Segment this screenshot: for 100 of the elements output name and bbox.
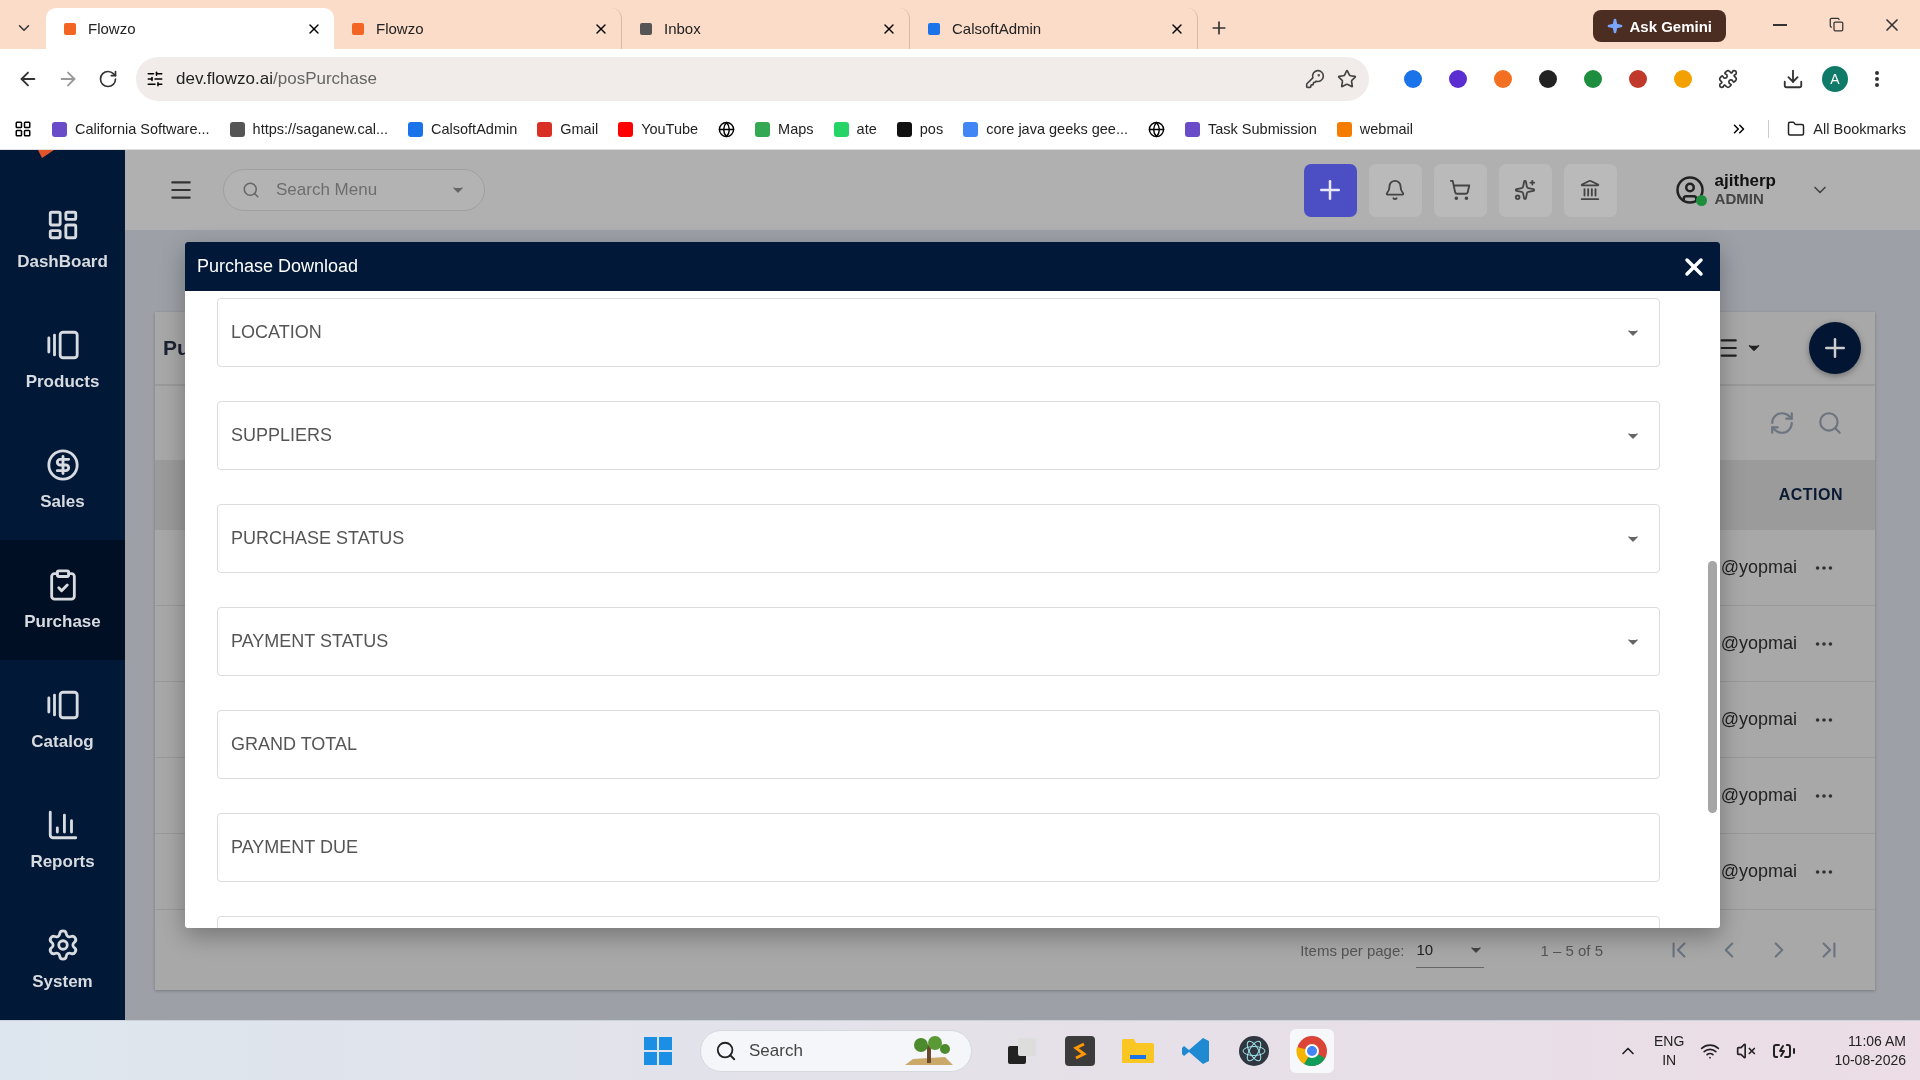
mute-icon[interactable] xyxy=(1736,1040,1757,1061)
tab-title: Flowzo xyxy=(88,20,137,37)
bookmark-link[interactable]: core java geeks gee... xyxy=(963,121,1128,137)
stacked-cards-icon xyxy=(45,328,80,362)
site-icon xyxy=(926,20,942,37)
table-cell: @yopmai xyxy=(1720,785,1797,806)
bookmark-link[interactable]: YouTube xyxy=(618,121,699,137)
tab-title: CalsoftAdmin xyxy=(952,20,1043,37)
browser-button[interactable] xyxy=(1290,1028,1334,1073)
sidebar-item[interactable]: Products xyxy=(0,300,125,420)
globe-icon[interactable] xyxy=(1148,120,1165,138)
bookmark-link[interactable]: Maps xyxy=(755,121,814,137)
bank-icon xyxy=(1579,179,1602,201)
extension-icon xyxy=(1447,68,1469,90)
user-name: ajitherp xyxy=(1714,172,1776,192)
site-icon xyxy=(537,121,553,137)
search-icon xyxy=(715,1039,737,1062)
key-icon[interactable] xyxy=(1305,69,1325,89)
bookmark-link[interactable]: webmail xyxy=(1336,121,1413,137)
site-icon xyxy=(833,121,849,137)
language-indicator[interactable]: ENG IN xyxy=(1654,1032,1685,1069)
site-icon xyxy=(896,121,912,137)
sidebar-item[interactable]: Purchase xyxy=(0,540,125,660)
site-icon xyxy=(618,121,634,137)
site-icon xyxy=(963,121,979,137)
site-icon xyxy=(62,20,78,37)
site-icon xyxy=(52,121,67,137)
select-field[interactable]: PAYMENT STATUS xyxy=(217,607,1660,676)
select-field[interactable]: PURCHASE STATUS xyxy=(217,504,1660,573)
extension-icon xyxy=(1537,68,1559,90)
windows-stack-icon xyxy=(1008,1037,1036,1064)
column-header: ACTION xyxy=(1778,486,1843,504)
bell-icon xyxy=(1384,179,1407,201)
notifications-button[interactable] xyxy=(1368,163,1422,217)
page-size-select[interactable]: 10 xyxy=(1416,932,1485,968)
ask-gemini-button[interactable]: Ask Gemini xyxy=(1593,10,1726,42)
page-range: 1 – 5 of 5 xyxy=(1540,941,1603,959)
scrollbar-thumb[interactable] xyxy=(1708,561,1717,813)
sparkles-icon xyxy=(1514,179,1537,201)
dialog-title: Purchase Download xyxy=(197,256,359,277)
all-bookmarks-link[interactable]: All Bookmarks xyxy=(1768,120,1906,138)
clock[interactable]: 11:06 AM 10-08-2026 xyxy=(1834,1031,1906,1070)
profile-avatar[interactable]: A xyxy=(1822,66,1848,92)
user-role: ADMIN xyxy=(1714,191,1765,208)
stacked-cards-icon xyxy=(45,688,80,722)
bookmark-link[interactable]: ate xyxy=(833,121,877,137)
bookmark-link[interactable]: Gmail xyxy=(537,121,599,137)
sidebar-item[interactable]: DashBoard xyxy=(0,180,125,300)
code-editor-icon xyxy=(1181,1035,1211,1066)
sidebar-item[interactable]: System xyxy=(0,900,125,1020)
app-icon xyxy=(1065,1035,1095,1066)
input-field[interactable]: GRAND TOTAL xyxy=(217,710,1660,779)
extension-icon xyxy=(1627,68,1649,90)
site-icon xyxy=(408,121,423,137)
pager-label: Items per page: xyxy=(1300,941,1405,959)
table-cell: @yopmai xyxy=(1720,861,1797,882)
select-field[interactable]: LOCATION xyxy=(217,298,1660,367)
extension-icon xyxy=(1492,68,1514,90)
site-icon xyxy=(755,121,771,137)
download-icon xyxy=(1782,68,1804,90)
bookmark-link[interactable]: California Software... xyxy=(52,121,210,137)
address-bar[interactable]: dev.flowzo.ai/posPurchase xyxy=(136,57,1369,101)
table-cell: @yopmai xyxy=(1720,709,1797,730)
input-field[interactable]: PAYMENT DUE xyxy=(217,813,1660,882)
site-icon xyxy=(1336,121,1352,137)
site-icon xyxy=(350,20,366,37)
select-field[interactable]: SUPPLIERS xyxy=(217,401,1660,470)
reload-icon xyxy=(98,69,118,89)
bookmark-link[interactable]: CalsoftAdmin xyxy=(408,121,518,137)
bookmark-link[interactable]: pos xyxy=(896,121,944,137)
user-avatar xyxy=(1674,175,1705,205)
site-settings-icon xyxy=(146,70,164,88)
sidebar-item[interactable]: Reports xyxy=(0,780,125,900)
minimize-icon xyxy=(1773,23,1787,26)
site-icon xyxy=(229,121,245,137)
bookmark-link[interactable]: Task Submission xyxy=(1185,121,1317,137)
extension-icon xyxy=(1582,68,1604,90)
sparkles-button[interactable] xyxy=(1498,163,1552,217)
cart-button[interactable] xyxy=(1433,163,1487,217)
table-cell: @yopmai xyxy=(1720,633,1797,654)
bank-button[interactable] xyxy=(1563,163,1617,217)
add-button[interactable] xyxy=(1303,163,1357,217)
browser-tab[interactable]: Flowzo xyxy=(46,8,334,49)
table-cell: @yopmai xyxy=(1720,557,1797,578)
globe-icon[interactable] xyxy=(718,120,736,138)
sidebar-item[interactable]: Sales xyxy=(0,420,125,540)
add-button[interactable] xyxy=(1809,322,1861,374)
apps-icon[interactable] xyxy=(14,120,32,138)
star-icon[interactable] xyxy=(1337,69,1357,89)
extension-icon xyxy=(1402,68,1424,90)
sidebar-item[interactable]: Catalog xyxy=(0,660,125,780)
bookmark-link[interactable]: https://saganew.cal... xyxy=(229,121,388,137)
folder-icon xyxy=(1787,120,1806,138)
dollar-icon xyxy=(45,448,80,482)
kebab-menu-icon xyxy=(1875,71,1879,87)
puzzle-icon xyxy=(1718,69,1738,89)
site-icon xyxy=(638,20,654,37)
taskbar-search-field[interactable]: Search xyxy=(700,1029,972,1072)
restore-icon xyxy=(1828,17,1844,32)
folder-icon xyxy=(1122,1036,1154,1065)
